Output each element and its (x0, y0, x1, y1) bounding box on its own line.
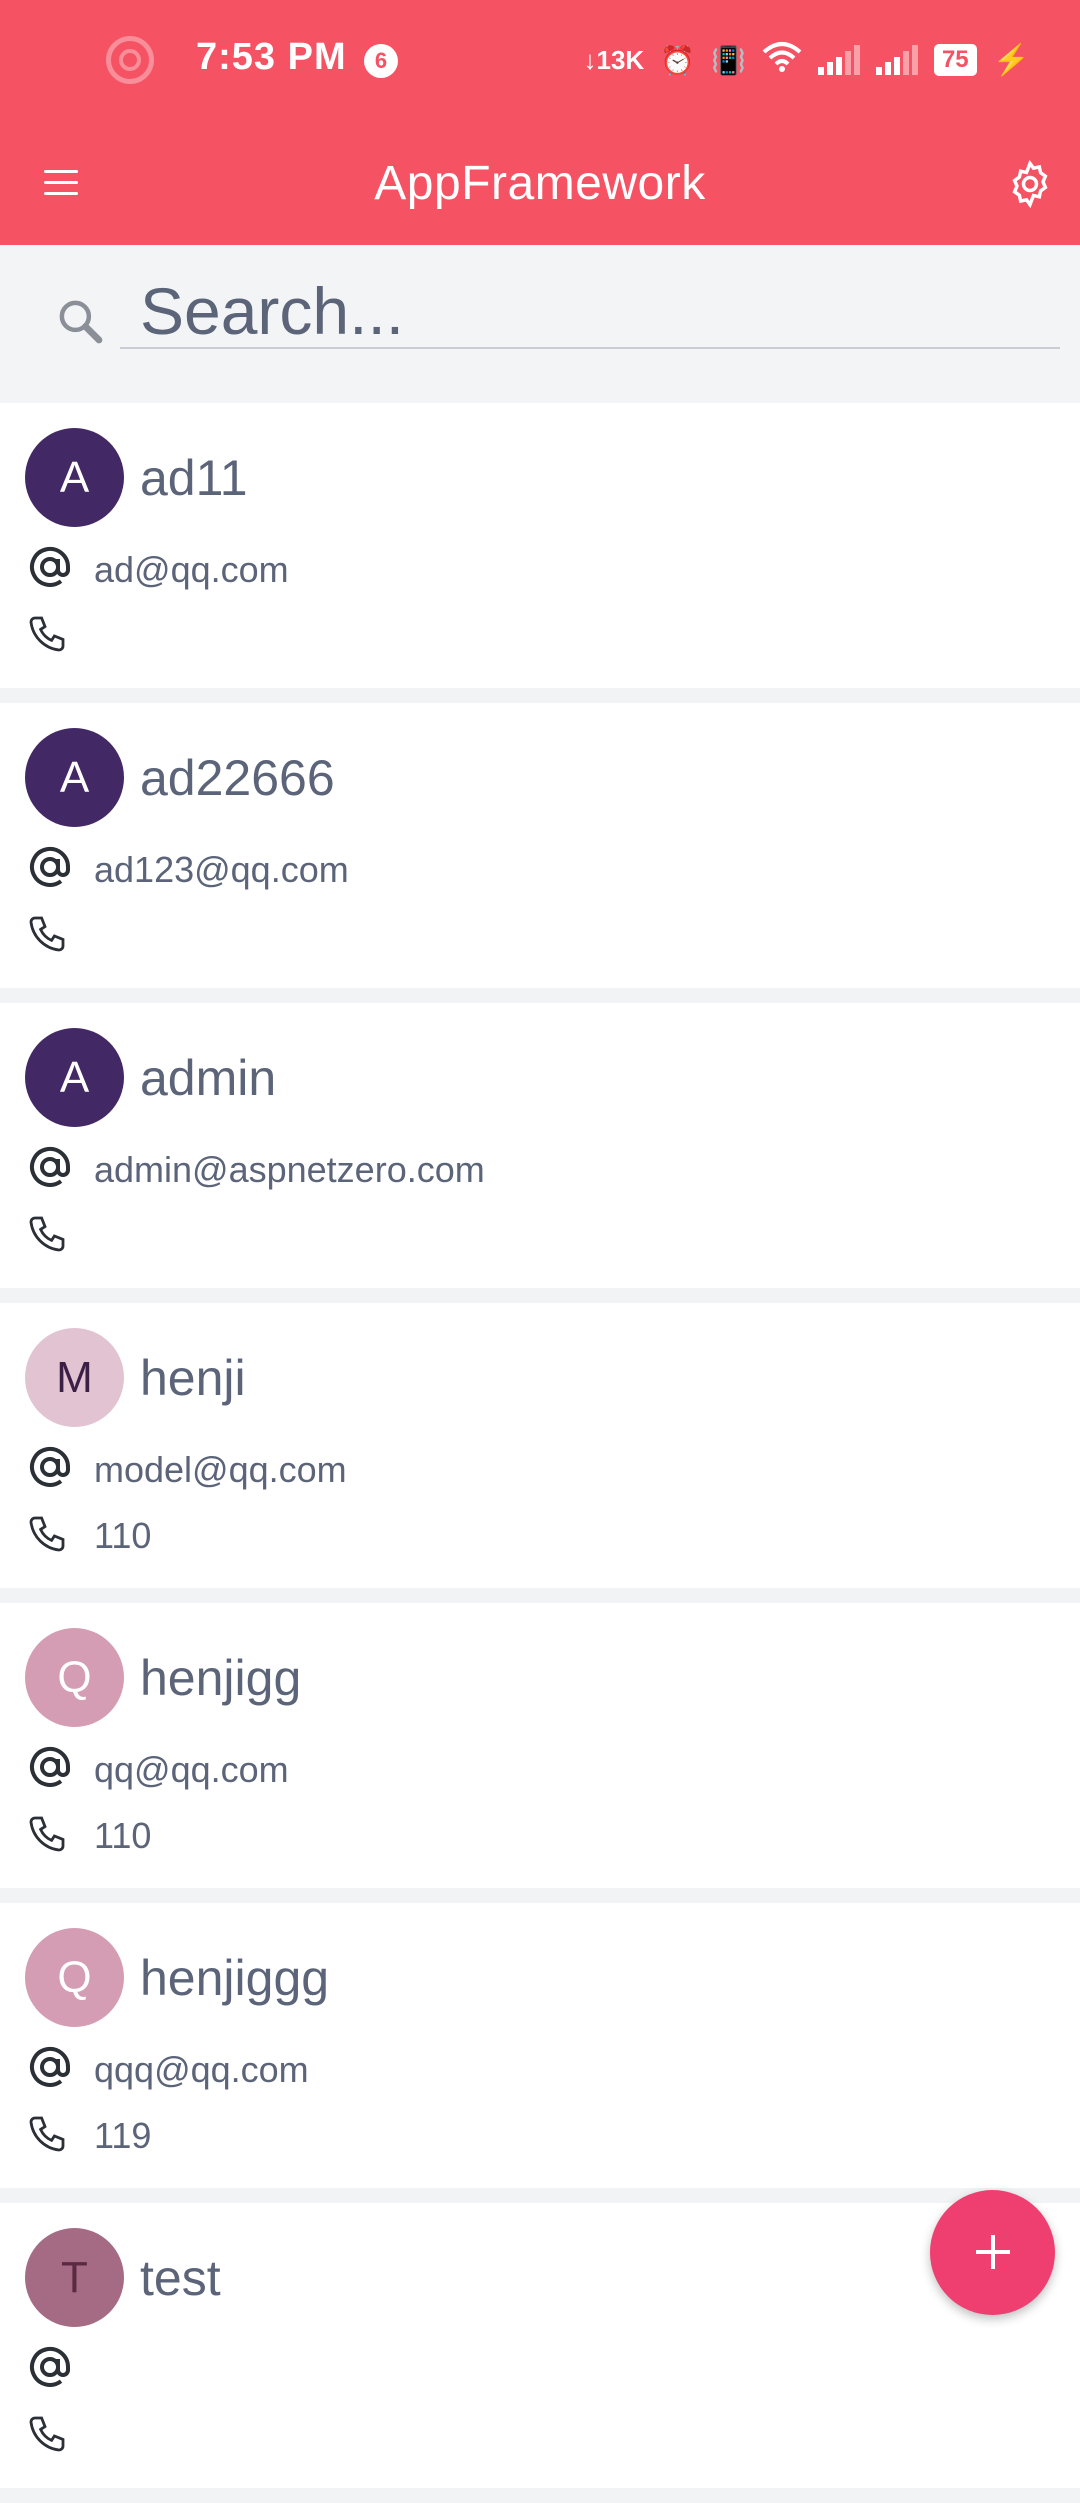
search-bar (0, 245, 1080, 403)
vibrate-icon: 📳 (711, 44, 746, 76)
app-bar: AppFramework (0, 120, 1080, 245)
user-card[interactable]: Qhenjiggg qqq@qq.com 119 (0, 1903, 1080, 2188)
battery-level: 75 (933, 44, 977, 76)
user-name: henjiggg (140, 1950, 330, 2006)
email-icon (26, 1443, 74, 1491)
user-name: henji (140, 1350, 246, 1406)
phone-icon (26, 1511, 74, 1559)
net-speed: ↓13K (583, 44, 645, 75)
user-name: ad11 (140, 450, 248, 506)
status-bar: 7:53 PM 6 ↓13K ⏰ 📳 75 ⚡ (0, 0, 1080, 120)
email-icon (26, 1143, 74, 1191)
user-phone: 110 (94, 1515, 152, 1556)
user-card[interactable]: Qhenjigg qq@qq.com 110 (0, 1603, 1080, 1888)
avatar: A (25, 428, 124, 527)
user-card[interactable]: Aadmin admin@aspnetzero.com (0, 1003, 1080, 1288)
user-email: admin@aspnetzero.com (94, 1149, 485, 1190)
avatar: T (25, 2228, 124, 2327)
user-email: ad123@qq.com (94, 849, 349, 890)
app-title: AppFramework (374, 157, 706, 210)
phone-icon (26, 611, 74, 659)
email-icon (26, 543, 74, 591)
email-icon (26, 2043, 74, 2091)
charging-icon: ⚡ (992, 43, 1030, 77)
user-name: henjigg (140, 1650, 302, 1706)
user-name: test (140, 2250, 221, 2306)
plus-icon-vertical (991, 2235, 995, 2269)
user-list: Aad11 ad@qq.com Aad22666 ad123@qq.com Aadmin… (0, 403, 1080, 2503)
search-input[interactable] (120, 275, 1060, 349)
phone-icon (26, 2411, 74, 2459)
notification-count-badge: 6 (364, 44, 398, 78)
avatar: A (25, 1028, 124, 1127)
signal-icon (817, 45, 860, 75)
user-card[interactable]: Aad22666 ad123@qq.com (0, 703, 1080, 988)
phone-icon (26, 1211, 74, 1259)
email-icon (26, 2343, 74, 2391)
status-indicators: ↓13K ⏰ 📳 75 ⚡ (583, 36, 1030, 84)
recording-icon (106, 36, 154, 84)
avatar: A (25, 728, 124, 827)
net-speed-value: 13K (596, 44, 645, 75)
avatar: Q (25, 1928, 124, 2027)
email-icon (26, 1743, 74, 1791)
user-phone: 119 (94, 2115, 152, 2156)
search-icon (54, 295, 108, 349)
phone-icon (26, 911, 74, 959)
gear-icon[interactable] (1004, 158, 1056, 210)
user-email: qqq@qq.com (94, 2049, 309, 2090)
phone-icon (26, 1811, 74, 1859)
email-icon (26, 843, 74, 891)
avatar: M (25, 1328, 124, 1427)
signal-icon-2 (875, 45, 918, 75)
user-card[interactable]: Ttest (0, 2203, 1080, 2488)
status-time: 7:53 PM (196, 36, 347, 78)
user-name: ad22666 (140, 750, 335, 806)
user-card[interactable]: Aad11 ad@qq.com (0, 403, 1080, 688)
user-email: ad@qq.com (94, 549, 289, 590)
user-name: admin (140, 1050, 277, 1106)
user-phone: 110 (94, 1815, 152, 1856)
user-card[interactable]: Mhenji model@qq.com 110 (0, 1303, 1080, 1588)
phone-icon (26, 2111, 74, 2159)
alarm-icon: ⏰ (660, 44, 696, 76)
wifi-icon (762, 40, 802, 81)
user-email: qq@qq.com (94, 1749, 289, 1790)
add-user-button[interactable] (930, 2190, 1055, 2315)
user-email: model@qq.com (94, 1449, 347, 1490)
avatar: Q (25, 1628, 124, 1727)
